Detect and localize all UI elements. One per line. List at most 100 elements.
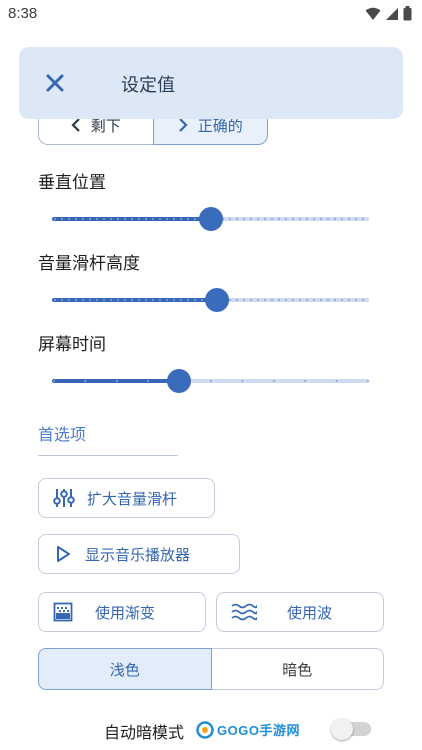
slider-tick: [173, 218, 175, 220]
auto-dark-mode-toggle[interactable]: [331, 718, 371, 740]
slider-tick: [187, 218, 189, 220]
slider-tick: [103, 299, 105, 301]
watermark: GOGO手游网: [196, 720, 300, 739]
slider-tick: [89, 299, 91, 301]
screen-time-label: 屏幕时间: [38, 335, 106, 355]
slider-tick: [187, 299, 189, 301]
slider-tick: [159, 299, 161, 301]
slider-tick: [327, 218, 329, 220]
slider-tick: [53, 380, 55, 382]
slider-tick: [292, 299, 294, 301]
slider-tick: [54, 299, 56, 301]
slider-tick: [320, 218, 322, 220]
sliders-icon: [53, 489, 75, 507]
slider-tick: [299, 218, 301, 220]
slider-thumb[interactable]: [166, 369, 191, 393]
use-wave-button[interactable]: 使用波: [216, 592, 384, 632]
slider-tick: [82, 299, 84, 301]
vertical-position-slider[interactable]: [52, 206, 369, 232]
slider-tick: [131, 218, 133, 220]
slider-tick: [54, 218, 56, 220]
light-theme-button[interactable]: 浅色: [38, 648, 212, 690]
volume-slider-height-slider[interactable]: [52, 287, 369, 313]
slider-tick: [236, 299, 238, 301]
header-bar: 设定值: [19, 47, 403, 119]
slider-tick: [362, 218, 364, 220]
slider-tick: [264, 299, 266, 301]
slider-tick: [313, 299, 315, 301]
expand-volume-slider-button[interactable]: 扩大音量滑杆: [38, 478, 215, 518]
slider-tick: [117, 218, 119, 220]
slider-tick: [334, 299, 336, 301]
slider-tick: [327, 299, 329, 301]
slider-tick: [257, 299, 259, 301]
slider-tick: [166, 218, 168, 220]
slider-tick: [124, 218, 126, 220]
slider-tick: [138, 299, 140, 301]
slider-tick: [272, 380, 275, 382]
use-gradient-label: 使用渐变: [95, 603, 156, 622]
status-time: 8:38: [8, 5, 38, 22]
slider-tick: [304, 380, 307, 382]
slider-tick: [243, 299, 245, 301]
slider-tick: [229, 218, 231, 220]
auto-dark-mode-label: 自动暗模式: [104, 723, 185, 742]
slider-tick: [82, 218, 84, 220]
slider-tick: [147, 380, 150, 382]
slider-ticks: [53, 380, 369, 382]
slider-tick: [306, 299, 308, 301]
toggle-knob: [331, 718, 353, 740]
slider-tick: [194, 218, 196, 220]
slider-tick: [264, 218, 266, 220]
page-title: 设定值: [121, 75, 175, 96]
slider-tick: [84, 380, 87, 382]
close-icon: [46, 74, 64, 92]
status-icons: [365, 6, 412, 21]
slider-tick: [89, 218, 91, 220]
slider-tick: [355, 299, 357, 301]
gradient-icon: [53, 602, 73, 622]
slider-tick: [278, 218, 280, 220]
slider-tick: [96, 218, 98, 220]
slider-tick: [68, 299, 70, 301]
dark-theme-button[interactable]: 暗色: [211, 648, 384, 690]
slider-tick: [173, 299, 175, 301]
slider-tick: [292, 218, 294, 220]
slider-tick: [271, 299, 273, 301]
show-music-player-button[interactable]: 显示音乐播放器: [38, 534, 240, 574]
expand-volume-slider-label: 扩大音量滑杆: [87, 489, 178, 508]
slider-tick: [110, 299, 112, 301]
wifi-icon: [365, 7, 381, 20]
slider-tick: [180, 218, 182, 220]
slider-tick: [152, 299, 154, 301]
slider-tick: [194, 299, 196, 301]
use-gradient-button[interactable]: 使用渐变: [38, 592, 206, 632]
slider-tick: [145, 218, 147, 220]
status-bar: 8:38: [0, 0, 422, 30]
slider-tick: [362, 299, 364, 301]
slider-tick: [348, 299, 350, 301]
slider-tick: [313, 218, 315, 220]
slider-tick: [271, 218, 273, 220]
slider-tick: [166, 299, 168, 301]
slider-tick: [306, 218, 308, 220]
close-button[interactable]: [41, 69, 69, 97]
slider-tick: [61, 299, 63, 301]
slider-tick: [117, 299, 119, 301]
slider-thumb[interactable]: [198, 207, 223, 231]
slider-tick: [320, 299, 322, 301]
slider-tick: [250, 218, 252, 220]
slider-tick: [285, 218, 287, 220]
theme-segment: 浅色 暗色: [38, 648, 384, 690]
slider-tick: [257, 218, 259, 220]
show-music-player-label: 显示音乐播放器: [85, 545, 191, 564]
slider-tick: [229, 299, 231, 301]
slider-tick: [250, 299, 252, 301]
slider-tick: [75, 218, 77, 220]
slider-thumb[interactable]: [204, 288, 229, 312]
chevron-left-icon: [71, 118, 80, 132]
slider-tick: [335, 380, 338, 382]
volume-slider-height-label: 音量滑杆高度: [38, 254, 140, 274]
screen-time-slider[interactable]: [52, 368, 369, 394]
vertical-position-label: 垂直位置: [38, 173, 106, 193]
